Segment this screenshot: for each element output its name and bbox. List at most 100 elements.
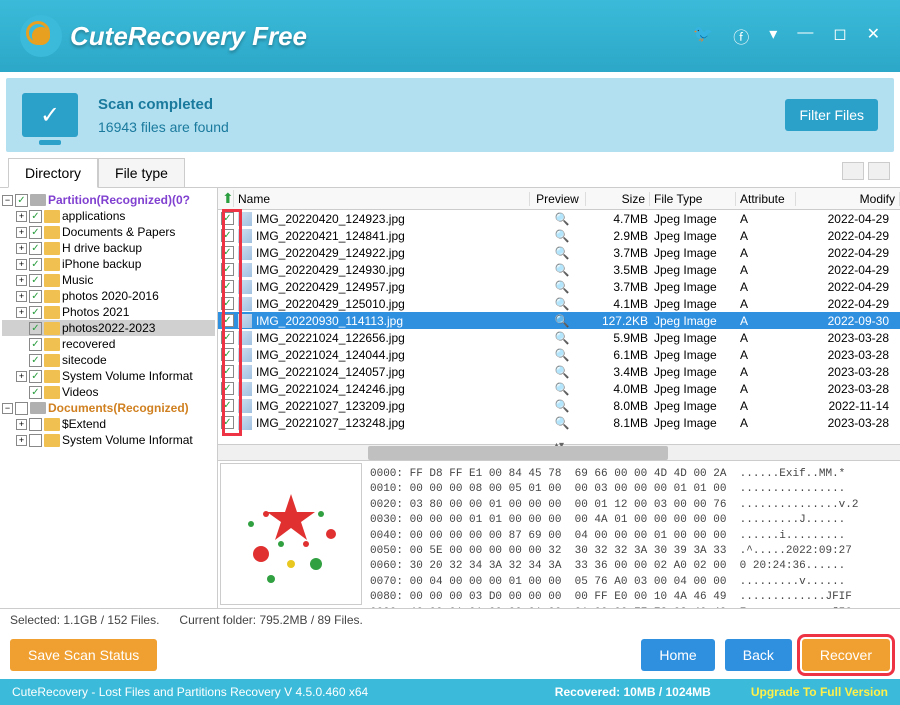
preview-icon[interactable]: 🔍: [534, 314, 590, 328]
tree-item[interactable]: + ✓ iPhone backup: [2, 256, 215, 272]
tree-item[interactable]: + ✓ Music: [2, 272, 215, 288]
checkbox[interactable]: ✓: [221, 382, 234, 395]
checkbox[interactable]: ✓: [29, 210, 42, 223]
scrollbar-thumb[interactable]: [368, 446, 668, 460]
facebook-icon[interactable]: ⓕ: [733, 24, 749, 48]
checkbox[interactable]: ✓: [29, 242, 42, 255]
collapse-icon[interactable]: −: [2, 195, 13, 206]
checkbox[interactable]: ✓: [221, 229, 234, 242]
directory-tree[interactable]: − ✓ Partition(Recognized)(0? + ✓ applica…: [0, 188, 218, 608]
preview-icon[interactable]: 🔍: [534, 331, 590, 345]
tree-item[interactable]: + ✓ Documents & Papers: [2, 224, 215, 240]
preview-icon[interactable]: 🔍: [534, 263, 590, 277]
expand-icon[interactable]: +: [16, 211, 27, 222]
checkbox[interactable]: ✓: [29, 290, 42, 303]
preview-icon[interactable]: 🔍: [534, 297, 590, 311]
file-row[interactable]: ✓ IMG_20220930_114113.jpg 🔍 127.2KB Jpeg…: [218, 312, 900, 329]
file-row[interactable]: ✓ IMG_20221027_123248.jpg 🔍 8.1MB Jpeg I…: [218, 414, 900, 431]
checkbox[interactable]: ✓: [221, 263, 234, 276]
checkbox[interactable]: ✓: [15, 194, 28, 207]
checkbox[interactable]: ✓: [221, 365, 234, 378]
recover-button[interactable]: Recover: [802, 639, 890, 671]
file-row[interactable]: ✓ IMG_20220429_125010.jpg 🔍 4.1MB Jpeg I…: [218, 295, 900, 312]
checkbox[interactable]: ✓: [29, 274, 42, 287]
checkbox[interactable]: ✓: [29, 386, 42, 399]
checkbox[interactable]: ✓: [29, 370, 42, 383]
expand-icon[interactable]: +: [16, 307, 27, 318]
checkbox[interactable]: ✓: [221, 416, 234, 429]
preview-icon[interactable]: 🔍: [534, 229, 590, 243]
expand-icon[interactable]: +: [16, 275, 27, 286]
close-icon[interactable]: ✕: [867, 24, 880, 48]
checkbox[interactable]: ✓: [29, 306, 42, 319]
file-list[interactable]: ✓ IMG_20220420_124923.jpg 🔍 4.7MB Jpeg I…: [218, 210, 900, 444]
column-attribute[interactable]: Attribute: [736, 192, 796, 206]
checkbox[interactable]: ✓: [221, 399, 234, 412]
file-row[interactable]: ✓ IMG_20221024_124246.jpg 🔍 4.0MB Jpeg I…: [218, 380, 900, 397]
tab-directory[interactable]: Directory: [8, 158, 98, 188]
up-arrow-icon[interactable]: ⬆: [218, 190, 234, 207]
file-row[interactable]: ✓ IMG_20221027_123209.jpg 🔍 8.0MB Jpeg I…: [218, 397, 900, 414]
file-row[interactable]: ✓ IMG_20220429_124922.jpg 🔍 3.7MB Jpeg I…: [218, 244, 900, 261]
checkbox[interactable]: ✓: [29, 226, 42, 239]
tree-item[interactable]: ✓ photos2022-2023: [2, 320, 215, 336]
checkbox[interactable]: ✓: [221, 280, 234, 293]
preview-icon[interactable]: 🔍: [534, 416, 590, 430]
preview-icon[interactable]: 🔍: [534, 280, 590, 294]
file-row[interactable]: ✓ IMG_20221024_124057.jpg 🔍 3.4MB Jpeg I…: [218, 363, 900, 380]
tree-item[interactable]: ✓ sitecode: [2, 352, 215, 368]
dropdown-icon[interactable]: ▾: [769, 24, 777, 48]
file-row[interactable]: ✓ IMG_20220429_124930.jpg 🔍 3.5MB Jpeg I…: [218, 261, 900, 278]
collapse-icon[interactable]: −: [2, 403, 13, 414]
checkbox[interactable]: ✓: [221, 348, 234, 361]
expand-icon[interactable]: +: [16, 227, 27, 238]
expand-icon[interactable]: +: [16, 291, 27, 302]
file-row[interactable]: ✓ IMG_20220421_124841.jpg 🔍 2.9MB Jpeg I…: [218, 227, 900, 244]
preview-icon[interactable]: 🔍: [534, 246, 590, 260]
file-row[interactable]: ✓ IMG_20221024_122656.jpg 🔍 5.9MB Jpeg I…: [218, 329, 900, 346]
checkbox[interactable]: ✓: [29, 338, 42, 351]
checkbox[interactable]: ✓: [29, 258, 42, 271]
file-row[interactable]: ✓ IMG_20221024_124044.jpg 🔍 6.1MB Jpeg I…: [218, 346, 900, 363]
checkbox[interactable]: ✓: [221, 246, 234, 259]
expand-icon[interactable]: +: [16, 243, 27, 254]
expand-icon[interactable]: +: [16, 259, 27, 270]
column-name[interactable]: Name: [234, 192, 530, 206]
view-list-icon[interactable]: [868, 162, 890, 180]
checkbox[interactable]: [29, 434, 42, 447]
partition-node[interactable]: Partition(Recognized)(0?: [48, 193, 190, 207]
column-size[interactable]: Size: [586, 192, 650, 206]
tab-filetype[interactable]: File type: [98, 158, 185, 187]
tree-item[interactable]: + System Volume Informat: [2, 432, 215, 448]
view-grid-icon[interactable]: [842, 162, 864, 180]
tree-item[interactable]: + ✓ applications: [2, 208, 215, 224]
checkbox[interactable]: ✓: [221, 314, 234, 327]
column-preview[interactable]: Preview: [530, 192, 586, 206]
tree-item[interactable]: + ✓ H drive backup: [2, 240, 215, 256]
tree-item[interactable]: + ✓ System Volume Informat: [2, 368, 215, 384]
preview-icon[interactable]: 🔍: [534, 212, 590, 226]
expand-icon[interactable]: +: [16, 371, 27, 382]
checkbox[interactable]: ✓: [221, 297, 234, 310]
minimize-icon[interactable]: —: [797, 24, 813, 48]
checkbox[interactable]: ✓: [221, 212, 234, 225]
checkbox[interactable]: ✓: [29, 354, 42, 367]
preview-icon[interactable]: 🔍: [534, 399, 590, 413]
twitter-icon[interactable]: 🐦: [693, 24, 713, 48]
tree-item[interactable]: + ✓ photos 2020-2016: [2, 288, 215, 304]
checkbox[interactable]: [15, 402, 28, 415]
column-modify[interactable]: Modify: [796, 192, 900, 206]
file-row[interactable]: ✓ IMG_20220429_124957.jpg 🔍 3.7MB Jpeg I…: [218, 278, 900, 295]
checkbox[interactable]: [29, 418, 42, 431]
horizontal-scrollbar[interactable]: ▴▾: [218, 444, 900, 460]
save-scan-button[interactable]: Save Scan Status: [10, 639, 157, 671]
home-button[interactable]: Home: [641, 639, 714, 671]
filter-files-button[interactable]: Filter Files: [785, 99, 878, 131]
checkbox[interactable]: ✓: [221, 331, 234, 344]
back-button[interactable]: Back: [725, 639, 792, 671]
preview-icon[interactable]: 🔍: [534, 382, 590, 396]
maximize-icon[interactable]: ◻: [833, 24, 846, 48]
column-type[interactable]: File Type: [650, 192, 736, 206]
tree-item[interactable]: ✓ Videos: [2, 384, 215, 400]
checkbox[interactable]: ✓: [29, 322, 42, 335]
